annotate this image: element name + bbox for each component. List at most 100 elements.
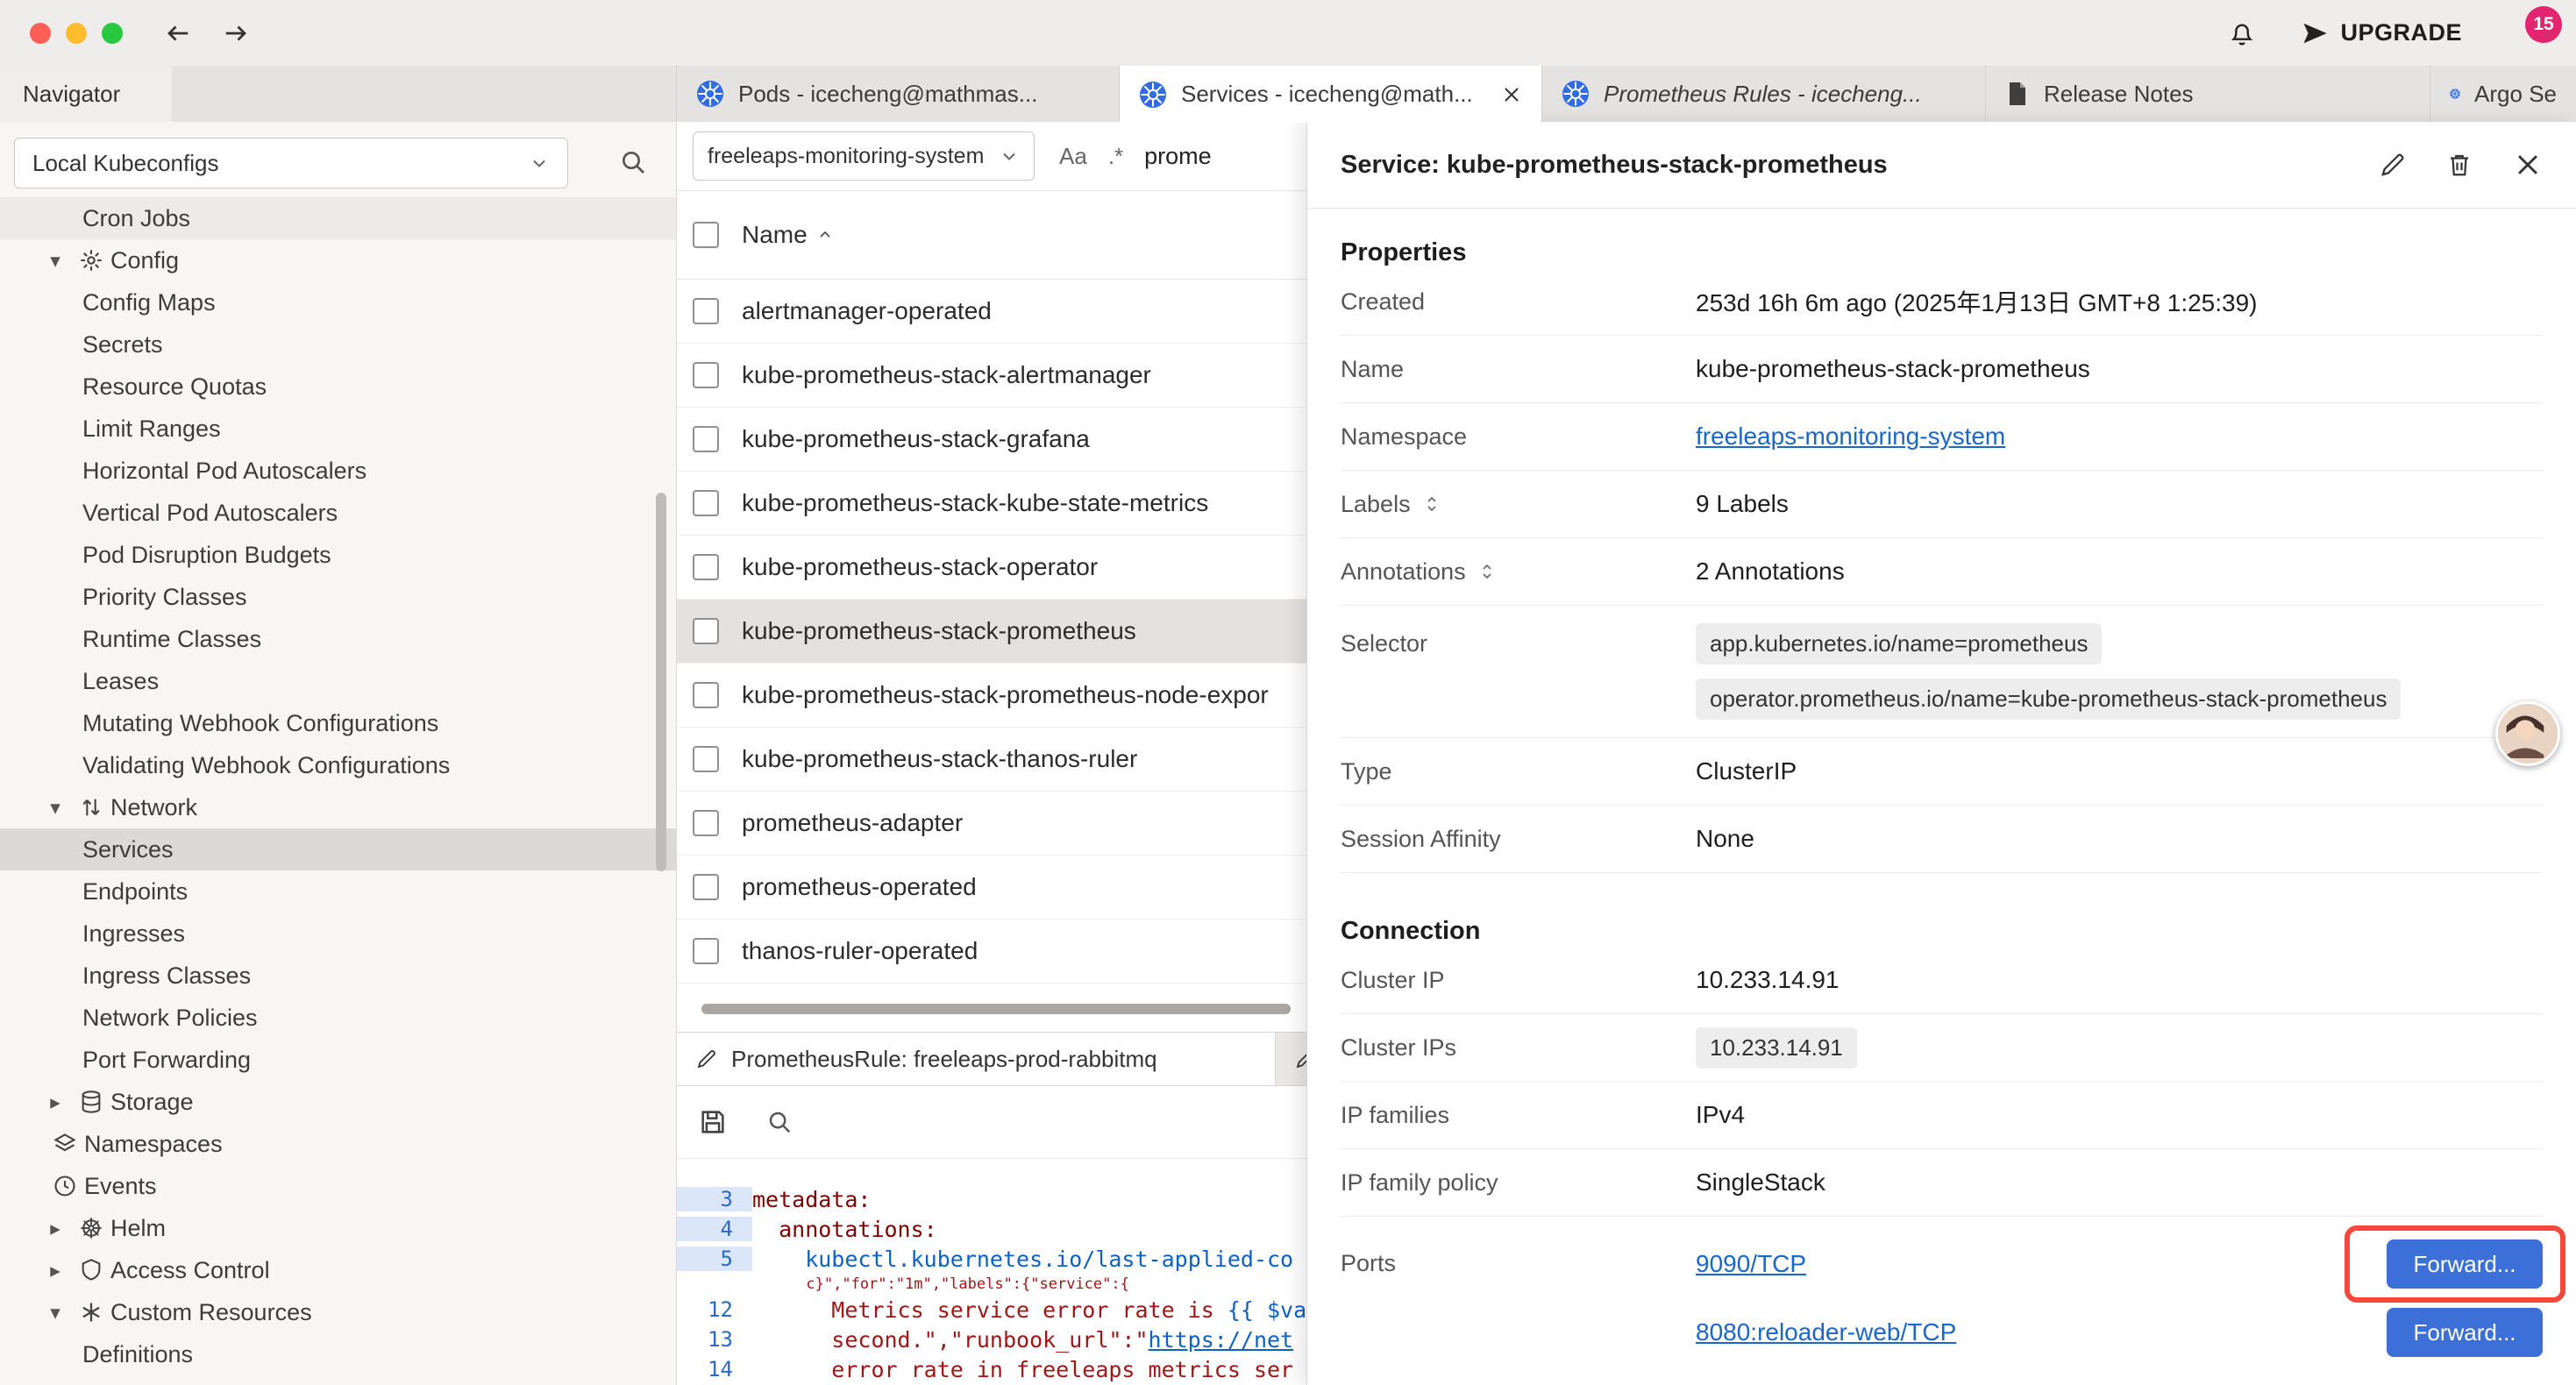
sidebar-item-priority-classes[interactable]: Priority Classes [0,576,676,618]
sidebar-item-storage[interactable]: ▸ Storage [0,1081,676,1123]
sidebar-item-config[interactable]: ▾ Config [0,239,676,281]
service-row[interactable]: kube-prometheus-stack-alertmanager [677,344,1306,408]
user-avatar[interactable] [2495,701,2560,766]
row-checkbox[interactable] [693,810,719,836]
regex-toggle[interactable]: .* [1108,143,1123,170]
close-window-button[interactable] [30,23,51,44]
row-checkbox[interactable] [693,618,719,644]
service-details-drawer: Service: kube-prometheus-stack-prometheu… [1306,122,2576,1385]
notifications-bell-icon[interactable] [2228,19,2256,47]
row-checkbox[interactable] [693,746,719,772]
sidebar-item-secrets[interactable]: Secrets [0,323,676,366]
maximize-window-button[interactable] [102,23,123,44]
namespace-link[interactable]: freeleaps-monitoring-system [1696,423,2005,451]
tab-release-notes[interactable]: Release Notes [1986,66,2430,122]
line-number: 13 [677,1327,752,1352]
save-icon[interactable] [698,1107,728,1137]
row-checkbox[interactable] [693,874,719,900]
yaml-editor[interactable]: 3 metadata: 4 annotations: 5 kubectl.kub… [677,1158,1306,1385]
namespace-selector[interactable]: freeleaps-monitoring-system [693,131,1035,181]
sidebar-item-config-maps[interactable]: Config Maps [0,281,676,323]
match-case-toggle[interactable]: Aa [1059,143,1087,170]
sidebar-item-resource-quotas[interactable]: Resource Quotas [0,366,676,408]
chevron-right-icon[interactable]: ▸ [39,1217,72,1240]
editor-tab-partial[interactable] [1275,1033,1306,1085]
service-row[interactable]: prometheus-operated [677,856,1306,920]
sidebar-item-vertical-pod-autoscalers[interactable]: Vertical Pod Autoscalers [0,492,676,534]
row-checkbox[interactable] [693,426,719,452]
sidebar-item-namespaces[interactable]: Namespaces [0,1123,676,1165]
forward-button-8080[interactable]: Forward... [2387,1308,2543,1357]
edit-pencil-icon[interactable] [2380,152,2406,178]
sidebar-search-icon[interactable] [619,148,647,176]
row-checkbox[interactable] [693,362,719,388]
service-row[interactable]: prometheus-adapter [677,792,1306,856]
name-column-header[interactable]: Name [742,221,834,249]
upgrade-button[interactable]: UPGRADE [2302,19,2462,46]
sidebar-item-access-control[interactable]: ▸ Access Control [0,1249,676,1291]
port-link-9090[interactable]: 9090/TCP [1696,1250,1806,1278]
delete-trash-icon[interactable] [2446,152,2473,178]
chevron-right-icon[interactable]: ▸ [39,1259,72,1282]
tab-close-icon[interactable] [1501,84,1522,105]
sidebar-item-runtime-classes[interactable]: Runtime Classes [0,618,676,660]
sidebar-item-horizontal-pod-autoscalers[interactable]: Horizontal Pod Autoscalers [0,450,676,492]
sidebar-item-network[interactable]: ▾ Network [0,786,676,828]
tab-prometheus-rules[interactable]: Prometheus Rules - icecheng... [1542,66,1986,122]
select-all-checkbox[interactable] [693,222,719,248]
back-arrow-icon[interactable] [165,20,191,46]
sidebar-scrollbar[interactable] [656,493,666,871]
sidebar-item-helm[interactable]: ▸ Helm [0,1207,676,1249]
forward-arrow-icon[interactable] [223,20,249,46]
editor-tab-prometheusrule[interactable]: PrometheusRule: freeleaps-prod-rabbitmq [677,1033,1275,1085]
row-checkbox[interactable] [693,682,719,708]
service-row[interactable]: kube-prometheus-stack-grafana [677,408,1306,472]
sidebar-item-leases[interactable]: Leases [0,660,676,702]
expand-updown-icon[interactable] [1477,561,1498,582]
tab-argo[interactable]: Argo Se [2430,66,2576,122]
close-icon[interactable] [2513,150,2543,180]
sidebar-item-ingress-classes[interactable]: Ingress Classes [0,955,676,997]
sidebar-item-network-policies[interactable]: Network Policies [0,997,676,1039]
ip-family-policy-label: IP family policy [1341,1169,1696,1197]
chevron-down-icon[interactable]: ▾ [39,796,72,820]
sidebar-item-endpoints[interactable]: Endpoints [0,870,676,913]
kubeconfig-selector[interactable]: Local Kubeconfigs [14,138,568,188]
chevron-down-icon[interactable]: ▾ [39,249,72,273]
sidebar-item-limit-ranges[interactable]: Limit Ranges [0,408,676,450]
sidebar-item-mutating-webhook-configurations[interactable]: Mutating Webhook Configurations [0,702,676,744]
ip-families-row: IP families IPv4 [1341,1082,2543,1149]
row-checkbox[interactable] [693,490,719,516]
service-row[interactable]: alertmanager-operated [677,280,1306,344]
service-row[interactable]: kube-prometheus-stack-prometheus-node-ex… [677,664,1306,728]
port-link-8080[interactable]: 8080:reloader-web/TCP [1696,1318,1956,1346]
sidebar-item-services[interactable]: Services [0,828,676,870]
search-input[interactable]: prome [1144,143,1212,170]
forward-button-9090[interactable]: Forward... [2387,1239,2543,1289]
minimize-window-button[interactable] [66,23,87,44]
service-row[interactable]: kube-prometheus-stack-operator [677,536,1306,600]
service-row[interactable]: kube-prometheus-stack-thanos-ruler [677,728,1306,792]
service-row[interactable]: kube-prometheus-stack-kube-state-metrics [677,472,1306,536]
tab-services[interactable]: Services - icecheng@math... [1120,66,1542,123]
sidebar-item-validating-webhook-configurations[interactable]: Validating Webhook Configurations [0,744,676,786]
row-checkbox[interactable] [693,938,719,964]
sidebar-item-port-forwarding[interactable]: Port Forwarding [0,1039,676,1081]
chevron-right-icon[interactable]: ▸ [39,1090,72,1114]
notification-count-badge[interactable]: 15 [2525,6,2562,43]
sidebar-item-events[interactable]: Events [0,1165,676,1207]
chevron-down-icon[interactable]: ▾ [39,1301,72,1325]
sidebar-item-pod-disruption-budgets[interactable]: Pod Disruption Budgets [0,534,676,576]
sidebar-item-ingresses[interactable]: Ingresses [0,913,676,955]
service-row[interactable]: thanos-ruler-operated [677,920,1306,984]
editor-search-icon[interactable] [766,1109,793,1135]
sidebar-item-cron-jobs[interactable]: Cron Jobs [0,197,676,239]
row-checkbox[interactable] [693,298,719,324]
service-row-selected[interactable]: kube-prometheus-stack-prometheus [677,600,1306,664]
horizontal-scrollbar[interactable] [701,1004,1291,1014]
row-checkbox[interactable] [693,554,719,580]
tab-pods[interactable]: Pods - icecheng@mathmas... [677,66,1120,122]
sidebar-item-definitions[interactable]: Definitions [0,1333,676,1375]
sidebar-item-custom-resources[interactable]: ▾ Custom Resources [0,1291,676,1333]
expand-updown-icon[interactable] [1421,494,1442,515]
